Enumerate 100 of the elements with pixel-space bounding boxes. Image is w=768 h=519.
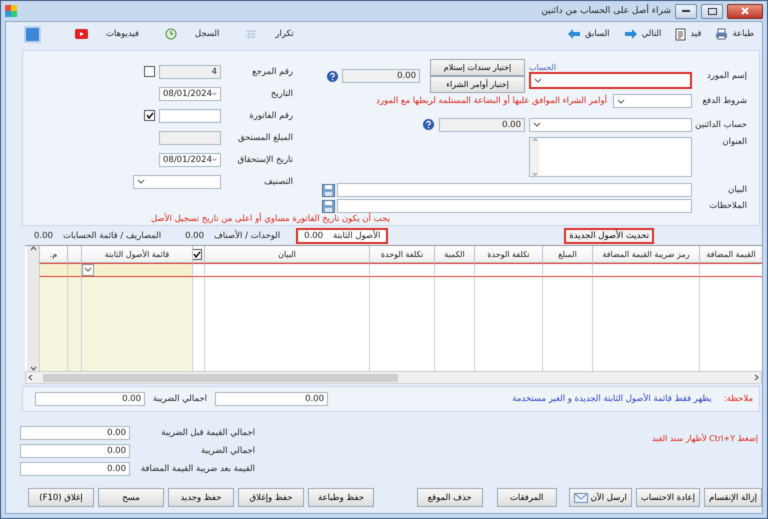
column-header[interactable]: تكلفة الوحدة: [369, 246, 434, 263]
total-field: 0.00: [20, 444, 130, 458]
refresh-button[interactable]: تحديث الأصول الجديدة: [564, 228, 654, 244]
help-icon[interactable]: [327, 70, 338, 82]
scrollbar[interactable]: [27, 246, 39, 371]
column-header[interactable]: القيمة المضافة: [699, 246, 762, 263]
warning-text: يجب أن يكون تاريخ الفاتورة مساوي أو اعلى من تاريخ تسجيل الأصل: [151, 214, 390, 224]
left-arrow-icon: [566, 28, 581, 40]
action-button[interactable]: حفظ وطباعة: [308, 488, 374, 507]
action-button[interactable]: المرفقات: [496, 488, 557, 507]
action-button[interactable]: حفظ وإغلاق: [238, 488, 304, 507]
toolbar-button[interactable]: السجل: [164, 28, 220, 40]
amount-due-field: [159, 130, 221, 144]
action-button[interactable]: إغلاق (F10): [28, 488, 94, 507]
column-header[interactable]: قائمة الأصول الثابتة: [81, 246, 192, 263]
amount-field: 0.00: [215, 392, 328, 406]
field-label: حساب الدائنين: [697, 120, 747, 130]
window-title: شراء أصل على الحساب من دائنين: [541, 6, 671, 16]
statement-field[interactable]: [337, 183, 692, 197]
maximize-button[interactable]: [701, 4, 723, 18]
table-cell[interactable]: [699, 263, 762, 277]
table-cell[interactable]: [39, 263, 67, 277]
reference-field: 4: [159, 64, 221, 78]
column-header[interactable]: [192, 246, 204, 263]
clock-icon: [164, 28, 177, 40]
toolbar-button[interactable]: تكرار: [245, 28, 294, 40]
chevron-icon: [137, 179, 145, 184]
table-cell[interactable]: [434, 263, 474, 277]
video-icon: [75, 29, 88, 39]
field-label: اجمالي القيمة قبل الضريبة: [160, 428, 255, 438]
supplier-dropdown[interactable]: [529, 72, 692, 89]
toolbar-button[interactable]: التالي: [624, 28, 662, 40]
field-label: شروط الدفع: [702, 96, 747, 106]
action-button[interactable]: حذف الموقع: [416, 488, 483, 507]
table-cell[interactable]: [474, 263, 542, 277]
toolbar-button[interactable]: السابق: [566, 28, 610, 40]
scrollbar[interactable]: [25, 371, 762, 384]
chevron-icon: [617, 98, 625, 104]
action-button[interactable]: حفظ وجديد: [168, 488, 234, 507]
action-button[interactable]: إعادة الاحتساب: [636, 488, 700, 507]
note-label: ملاحظة:: [724, 394, 753, 404]
select-button[interactable]: إختيار أوامر الشراء: [430, 76, 525, 93]
table-cell[interactable]: [204, 263, 369, 277]
help-icon[interactable]: [423, 119, 434, 130]
toolbar-button[interactable]: طباعة: [715, 28, 754, 40]
close-button[interactable]: [727, 4, 763, 18]
chevron-icon: [212, 157, 217, 162]
note-text: يظهر فقط قائمة الأصول الثابتة الجديدة و الغير مستخدمة: [512, 394, 712, 404]
toolbar-button[interactable]: فيديوهات: [75, 29, 139, 39]
date-picker[interactable]: 08/01/2024: [159, 152, 221, 166]
column-header[interactable]: الكمية: [434, 246, 474, 263]
app-icon: [5, 5, 17, 17]
table-cell[interactable]: [542, 263, 592, 277]
notes-field[interactable]: [337, 199, 692, 213]
table-cell[interactable]: [592, 263, 699, 277]
address-field[interactable]: [529, 137, 692, 177]
table-cell[interactable]: [67, 263, 81, 277]
document-icon: [675, 28, 686, 40]
total-field: 0.00: [20, 426, 130, 440]
close-icon: [741, 7, 749, 15]
field-label: إسم المورد: [706, 71, 747, 81]
minimize-button[interactable]: [675, 4, 697, 18]
column-header[interactable]: المبلغ: [542, 246, 592, 263]
window-icon[interactable]: [24, 26, 41, 42]
table-cell[interactable]: [192, 263, 204, 277]
grid-icon: [245, 28, 258, 40]
hint-text: أوامر الشراء الموافق عليها أو البضاعة المستلمه لربطها مع المورد: [376, 96, 607, 106]
save-icon[interactable]: [322, 200, 335, 212]
asset-dropdown[interactable]: [81, 263, 192, 277]
select-button[interactable]: إختيار سندات إستلام: [430, 59, 525, 76]
checkbox[interactable]: [144, 110, 155, 121]
checkbox[interactable]: [144, 66, 155, 77]
field-label: تاريخ الإستحقاق: [238, 154, 293, 164]
field-label: التصنيف: [263, 176, 293, 186]
minimize-icon: [682, 10, 690, 12]
chevron-icon: [533, 122, 541, 127]
action-button[interactable]: إزالة الإنقسام: [704, 488, 762, 507]
field-label: رقم الفاتورة: [248, 110, 293, 120]
toolbar-button[interactable]: قيد: [675, 28, 702, 40]
action-button[interactable]: مسح: [98, 488, 164, 507]
send-button[interactable]: ارسل الآن: [568, 488, 632, 507]
date-picker[interactable]: 08/01/2024: [159, 86, 221, 100]
checkbox[interactable]: [193, 248, 202, 260]
column-header[interactable]: البيان: [204, 246, 369, 263]
total-field: 0.00: [20, 462, 130, 476]
column-header[interactable]: رمز ضريبة القيمة المضافة: [592, 246, 699, 263]
table-cell[interactable]: [369, 263, 434, 277]
right-arrow-icon: [624, 28, 638, 40]
field-label: رقم المرجع: [251, 66, 293, 76]
column-header[interactable]: م.: [39, 246, 67, 263]
field-label: المبلغ المستحق: [238, 132, 293, 142]
amount-field: 0.00: [439, 118, 525, 132]
account-link[interactable]: الحساب: [529, 63, 556, 72]
field-label: اجمالي الضريبة: [152, 394, 208, 404]
column-header[interactable]: تكلفة الوحدة: [474, 246, 542, 263]
balance-field: 0.00: [342, 69, 420, 83]
save-icon[interactable]: [322, 184, 335, 196]
maximize-icon: [708, 8, 716, 14]
invoice-number-field[interactable]: [159, 108, 221, 122]
chevron-icon: [534, 78, 542, 83]
